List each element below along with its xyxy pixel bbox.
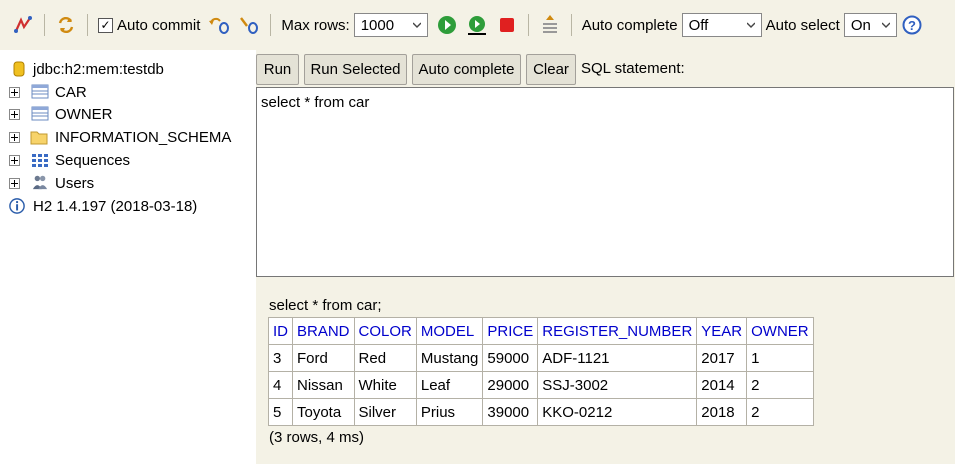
help-icon[interactable]: ?: [901, 14, 923, 36]
result-table: ID BRAND COLOR MODEL PRICE REGISTER_NUMB…: [268, 317, 814, 426]
table-cell: White: [353, 371, 417, 399]
chevron-down-icon: [412, 22, 421, 28]
info-icon: [9, 198, 25, 214]
expand-icon[interactable]: [9, 132, 20, 143]
table-cell: 4: [268, 371, 293, 399]
auto-complete-value: Off: [688, 16, 709, 34]
column-header[interactable]: REGISTER_NUMBER: [537, 317, 698, 345]
table-cell: Leaf: [415, 371, 484, 399]
table-cell: Mustang: [415, 344, 484, 372]
chevron-down-icon: [881, 22, 890, 28]
table-cell: Nissan: [292, 371, 355, 399]
column-header[interactable]: PRICE: [482, 317, 539, 345]
table-cell: 2: [746, 371, 814, 399]
tree-item-label: Users: [55, 174, 95, 192]
expand-icon[interactable]: [9, 87, 20, 98]
auto-select-select[interactable]: On: [843, 13, 897, 37]
table-cell: 2014: [696, 371, 748, 399]
tree-item-label: Sequences: [55, 151, 131, 169]
toolbar-separator: [570, 14, 572, 36]
rollback-icon[interactable]: [208, 14, 230, 36]
users-icon: [32, 175, 48, 190]
column-header[interactable]: BRAND: [292, 317, 355, 345]
auto-complete-button[interactable]: Auto complete: [412, 54, 521, 85]
toolbar-separator: [87, 14, 88, 36]
table-icon: [31, 106, 49, 121]
column-header[interactable]: OWNER: [746, 317, 814, 345]
table-cell: SSJ-3002: [537, 371, 698, 399]
toolbar: ✓ Auto commit Max rows: 1000 Auto comple…: [0, 0, 955, 50]
table-cell: KKO-0212: [537, 398, 698, 426]
folder-icon: [30, 131, 48, 145]
column-header[interactable]: COLOR: [353, 317, 417, 345]
table-cell: ADF-1121: [537, 344, 698, 372]
table-cell: Ford: [292, 344, 355, 372]
table-cell: 3: [268, 344, 293, 372]
sql-statement-label: SQL statement:: [581, 60, 685, 77]
auto-select-label: Auto select: [765, 16, 840, 34]
table-cell: Red: [353, 344, 417, 372]
result-query-text: select * from car;: [269, 297, 382, 314]
auto-commit-label: Auto commit: [117, 16, 201, 34]
history-icon[interactable]: [539, 14, 561, 36]
table-cell: 1: [746, 344, 814, 372]
table-cell: 5: [268, 398, 293, 426]
result-footer: (3 rows, 4 ms): [269, 429, 365, 446]
run-selected-button[interactable]: Run Selected: [304, 54, 407, 85]
table-row: 3 Ford Red Mustang 59000 ADF-1121 2017 1: [268, 344, 814, 372]
svg-text:?: ?: [908, 18, 916, 33]
clear-button[interactable]: Clear: [526, 54, 576, 85]
expand-icon[interactable]: [9, 178, 20, 189]
tree-item-label: INFORMATION_SCHEMA: [55, 128, 232, 146]
table-cell: 39000: [482, 398, 539, 426]
column-header[interactable]: YEAR: [696, 317, 748, 345]
commit-icon[interactable]: [238, 14, 260, 36]
toolbar-separator: [527, 14, 529, 36]
tree-item-label: OWNER: [55, 105, 113, 123]
chevron-down-icon: [746, 22, 755, 28]
refresh-icon[interactable]: [55, 14, 77, 36]
run-selected-icon[interactable]: [466, 14, 488, 36]
table-cell: 2017: [696, 344, 748, 372]
auto-select-value: On: [850, 16, 871, 34]
connection-label: jdbc:h2:mem:testdb: [33, 60, 164, 78]
result-header-row: ID BRAND COLOR MODEL PRICE REGISTER_NUMB…: [268, 317, 814, 345]
table-row: 4 Nissan White Leaf 29000 SSJ-3002 2014 …: [268, 371, 814, 399]
disconnect-icon[interactable]: [12, 14, 34, 36]
version-label: H2 1.4.197 (2018-03-18): [33, 197, 198, 215]
table-cell: Silver: [353, 398, 417, 426]
sequences-icon: [32, 154, 48, 167]
auto-complete-select[interactable]: Off: [681, 13, 762, 37]
table-cell: 59000: [482, 344, 539, 372]
tree-item-label: CAR: [55, 83, 87, 101]
database-icon: [13, 61, 25, 77]
table-cell: Prius: [415, 398, 484, 426]
stop-icon[interactable]: [496, 14, 518, 36]
auto-commit-checkbox[interactable]: ✓: [98, 17, 113, 33]
table-cell: Toyota: [292, 398, 355, 426]
toolbar-separator: [270, 14, 272, 36]
table-cell: 2018: [696, 398, 748, 426]
auto-complete-label: Auto complete: [581, 16, 678, 34]
run-icon[interactable]: [436, 14, 458, 36]
column-header[interactable]: MODEL: [415, 317, 484, 345]
table-icon: [31, 84, 49, 99]
column-header[interactable]: ID: [268, 317, 293, 345]
table-cell: 29000: [482, 371, 539, 399]
expand-icon[interactable]: [9, 155, 20, 166]
sql-editor-text: select * from car: [261, 94, 370, 111]
max-rows-select[interactable]: 1000: [353, 13, 428, 37]
expand-icon[interactable]: [9, 109, 20, 120]
run-button[interactable]: Run: [256, 54, 299, 85]
max-rows-label: Max rows:: [281, 16, 350, 34]
table-cell: 2: [746, 398, 814, 426]
max-rows-value: 1000: [360, 16, 395, 34]
table-row: 5 Toyota Silver Prius 39000 KKO-0212 201…: [268, 398, 814, 426]
toolbar-separator: [44, 14, 45, 36]
sql-editor[interactable]: select * from car: [256, 87, 954, 277]
